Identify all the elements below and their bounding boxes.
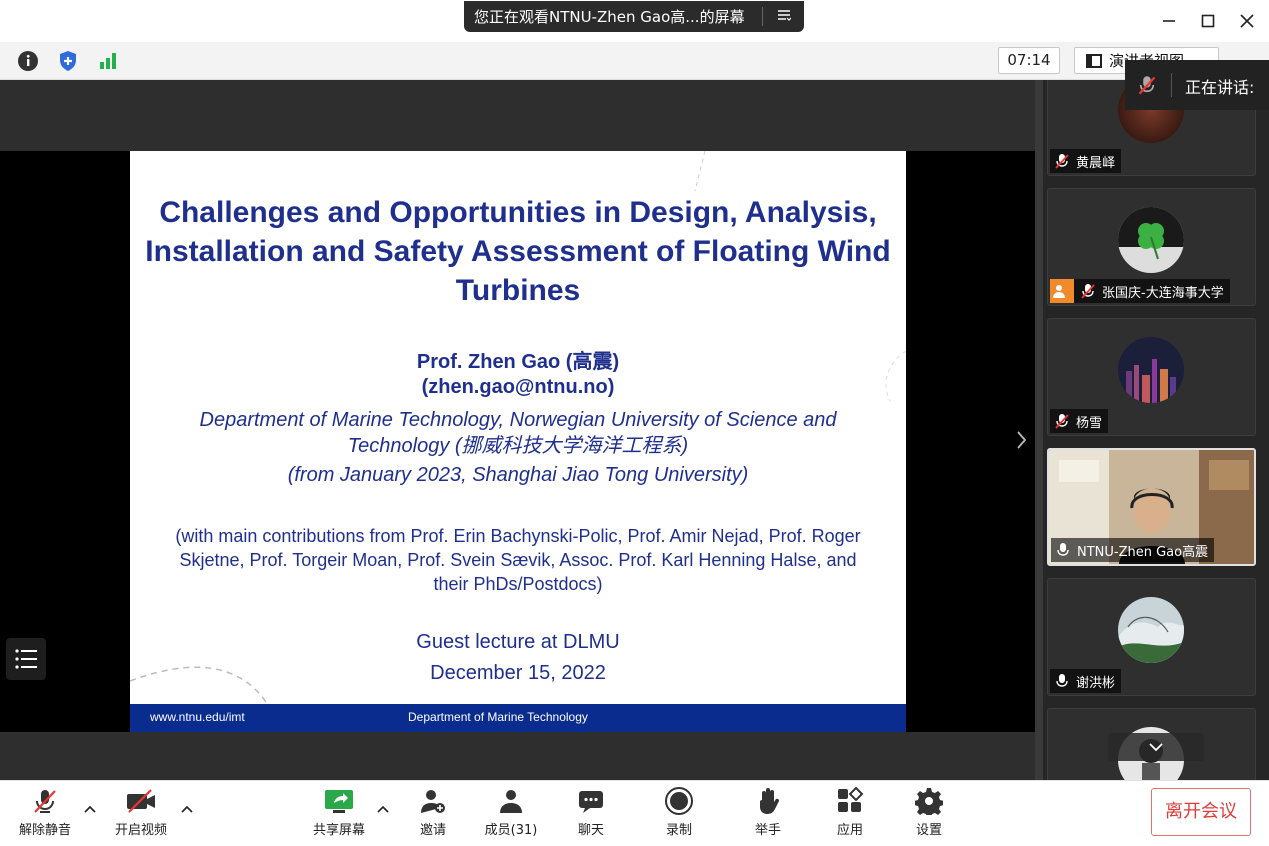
list-toggle-button[interactable] (6, 638, 46, 680)
share-banner-text: 您正在观看NTNU-Zhen Gao高...的屏幕 (474, 8, 745, 26)
signal-bars-icon[interactable] (97, 50, 119, 72)
record-button[interactable]: 录制 (654, 787, 704, 841)
gear-icon (915, 788, 943, 815)
panel-divider[interactable] (1035, 80, 1043, 780)
chevron-down-icon[interactable] (1108, 733, 1204, 761)
maximize-icon[interactable] (1195, 8, 1221, 34)
mic-icon (1057, 543, 1069, 556)
participant-tile[interactable]: 张国庆-大连海事大学 (1047, 188, 1256, 306)
members-label: 成员(31) (484, 823, 538, 838)
participant-nametag: 黄晨峄 (1050, 149, 1122, 173)
record-label: 录制 (665, 823, 692, 838)
hand-icon (760, 788, 780, 814)
close-icon[interactable] (1234, 8, 1260, 34)
participant-nametag: 张国庆-大连海事大学 (1050, 279, 1230, 303)
meeting-timer: 07:14 (998, 47, 1060, 74)
slide-from-note: (from January 2023, Shanghai Jiao Tong U… (287, 464, 749, 486)
slide-title: Challenges and Opportunities in Design, … (145, 196, 891, 307)
chat-button[interactable]: 聊天 (566, 787, 616, 841)
share-screen-icon (325, 790, 353, 813)
share-screen-label: 共享屏幕 (312, 823, 365, 838)
speaking-divider (1171, 73, 1172, 97)
unmute-label: 解除静音 (18, 823, 71, 838)
participant-nametag: NTNU-Zhen Gao高震 (1051, 538, 1215, 562)
slide-footer-department: Department of Marine Technology (408, 710, 588, 724)
slide-date: December 15, 2022 (430, 662, 606, 684)
leave-meeting-button[interactable]: 离开会议 (1151, 788, 1251, 836)
participant-tile[interactable]: 杨雪 (1047, 318, 1256, 436)
chat-icon (579, 791, 603, 813)
participant-name: 杨雪 (1076, 415, 1103, 431)
mic-muted-icon (1081, 284, 1095, 299)
chevron-up-icon[interactable] (377, 803, 389, 817)
members-icon (500, 790, 522, 813)
info-icon[interactable] (17, 50, 39, 72)
minimize-icon[interactable] (1156, 8, 1182, 34)
start-video-button[interactable]: 开启视频 (108, 787, 174, 841)
participant-tile[interactable]: 谢洪彬 (1047, 578, 1256, 696)
mic-muted-icon (1055, 414, 1069, 429)
presentation-slide: Challenges and Opportunities in Design, … (130, 151, 906, 732)
layout-icon (1086, 53, 1102, 68)
participant-name: 张国庆-大连海事大学 (1102, 285, 1224, 301)
chevron-up-icon[interactable] (84, 803, 96, 817)
person-icon (1050, 279, 1074, 303)
share-banner[interactable]: 您正在观看NTNU-Zhen Gao高...的屏幕 (464, 1, 804, 32)
bottom-toolbar: 解除静音 开启视频 共享屏幕 邀请 成员(31) 聊天 录制 举手 应用 设置 (0, 780, 1269, 846)
participant-nametag: 杨雪 (1050, 409, 1109, 433)
title-bar: 您正在观看NTNU-Zhen Gao高...的屏幕 (0, 0, 1269, 42)
start-video-label: 开启视频 (114, 823, 167, 838)
participant-tile[interactable] (1047, 708, 1256, 780)
slide-footer: www.ntnu.edu/imt Department of Marine Te… (130, 704, 906, 732)
apps-button[interactable]: 应用 (825, 787, 875, 841)
list-icon (15, 649, 37, 669)
clover-avatar (1118, 207, 1184, 273)
slide-author: Prof. Zhen Gao (高震) (416, 351, 620, 373)
raise-hand-label: 举手 (754, 823, 781, 838)
speaking-label: 正在讲话: (1185, 78, 1255, 97)
landscape-avatar (1118, 597, 1184, 663)
unmute-button[interactable]: 解除静音 (12, 787, 78, 841)
mic-muted-icon (1055, 154, 1069, 169)
raise-hand-button[interactable]: 举手 (743, 787, 793, 841)
record-icon (665, 787, 693, 815)
chat-label: 聊天 (577, 823, 604, 838)
participant-name: 谢洪彬 (1076, 675, 1116, 691)
participant-tile-active[interactable]: NTNU-Zhen Gao高震 (1047, 448, 1256, 566)
chevron-right-icon[interactable] (1016, 430, 1028, 455)
camera-off-icon (127, 789, 155, 813)
invite-button[interactable]: 邀请 (408, 787, 458, 841)
settings-label: 设置 (915, 823, 942, 838)
mic-muted-icon (34, 790, 56, 813)
members-button[interactable]: 成员(31) (478, 787, 544, 841)
slide-email: (zhen.gao@ntnu.no) (421, 376, 615, 398)
slide-department: Department of Marine Technology, Norwegi… (199, 409, 837, 457)
speaking-indicator: 正在讲话: (1125, 60, 1269, 110)
mic-muted-icon (1138, 76, 1156, 95)
participant-name: NTNU-Zhen Gao高震 (1077, 544, 1209, 560)
mic-icon (1056, 674, 1068, 687)
shield-icon[interactable] (57, 50, 79, 72)
slide-contributions: (with main contributions from Prof. Erin… (175, 526, 861, 594)
slide-guest-lecture: Guest lecture at DLMU (416, 631, 620, 653)
city-night-avatar (1118, 337, 1184, 403)
chevron-up-icon[interactable] (181, 803, 193, 817)
settings-button[interactable]: 设置 (904, 787, 954, 841)
apps-label: 应用 (836, 823, 863, 838)
add-user-icon (421, 790, 445, 813)
share-screen-button[interactable]: 共享屏幕 (306, 787, 372, 841)
slide-footer-url: www.ntnu.edu/imt (150, 710, 245, 724)
participants-panel: 黄晨峄 张国庆-大连海事大学 杨雪 NTNU-Zhen Gao高震 谢洪彬 (1043, 80, 1269, 780)
participant-nametag: 谢洪彬 (1050, 669, 1122, 693)
apps-icon (838, 787, 864, 812)
list-menu-icon[interactable] (763, 7, 804, 26)
invite-label: 邀请 (419, 823, 446, 838)
participant-name: 黄晨峄 (1076, 155, 1116, 171)
